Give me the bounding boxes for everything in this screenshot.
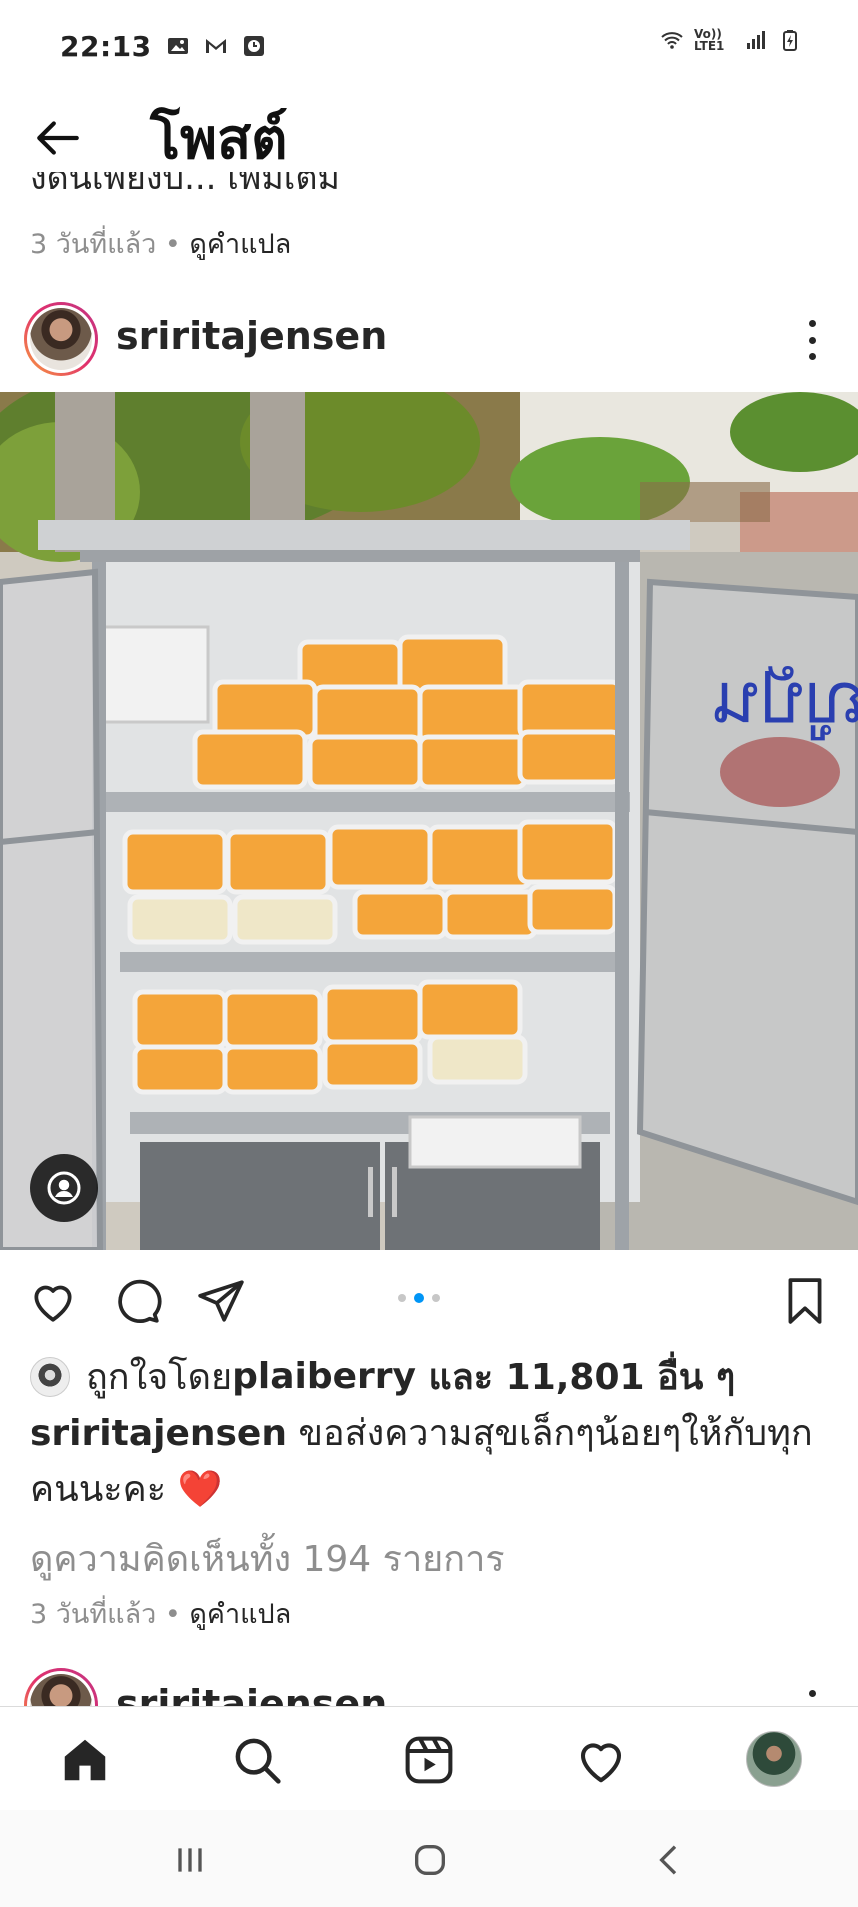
likes-summary[interactable]: ถูกใจโดย plaiberry และ 11,801 อื่น ๆ [30, 1348, 735, 1405]
next-post-username[interactable]: sriritajensen [116, 1682, 387, 1708]
previous-post-meta: 3 วันที่แล้ว • ดูคำแปล [30, 222, 291, 265]
activity-heart-icon[interactable] [574, 1733, 628, 1787]
separator: • [156, 1599, 190, 1630]
bookmark-icon[interactable] [780, 1276, 830, 1326]
separator: • [156, 229, 190, 260]
translate-link[interactable]: ดูคำแปล [189, 1599, 291, 1630]
signal-icon [747, 31, 765, 49]
likes-prefix: ถูกใจโดย [86, 1357, 233, 1398]
wifi-icon [661, 32, 683, 49]
recents-icon[interactable] [170, 1840, 210, 1880]
person-icon [47, 1171, 81, 1205]
clock-icon [243, 36, 264, 56]
avatar[interactable] [24, 302, 98, 376]
back-chevron-icon[interactable] [650, 1840, 690, 1880]
likes-user[interactable]: plaiberry [232, 1356, 416, 1397]
status-time: 22:13 [60, 29, 152, 63]
comment-icon[interactable] [112, 1276, 162, 1326]
post-image: ญูปัน [0, 392, 858, 1250]
home-icon[interactable] [58, 1733, 112, 1787]
view-all-comments-link[interactable]: ดูความคิดเห็นทั้ง 194 รายการ [30, 1530, 505, 1587]
mail-icon [205, 39, 226, 53]
carousel-dot [432, 1294, 440, 1302]
carousel-dot [398, 1294, 406, 1302]
post-meta: 3 วันที่แล้ว • ดูคำแปล [30, 1592, 291, 1635]
carousel-indicator [398, 1293, 440, 1303]
post-time-ago: 3 วันที่แล้ว [30, 1599, 157, 1630]
svg-text:ญูปัน: ญูปัน [713, 657, 858, 741]
home-circle-icon[interactable] [410, 1840, 450, 1880]
share-icon[interactable] [196, 1276, 246, 1326]
heart-icon[interactable] [28, 1276, 78, 1326]
likes-suffix[interactable]: และ 11,801 อื่น ๆ [416, 1348, 736, 1405]
more-options-icon[interactable] [800, 320, 824, 360]
caption-username[interactable]: sriritajensen [30, 1413, 287, 1454]
previous-caption-truncated: งดีนี่เพียงบ... เพิ่มเติม [30, 172, 340, 198]
post-caption: sriritajensen ขอส่งความสุขเล็กๆน้อยๆให้ก… [30, 1406, 830, 1518]
heart-emoji: ❤️ [177, 1469, 223, 1510]
status-notification-icons [166, 34, 266, 58]
reels-icon[interactable] [402, 1733, 456, 1787]
post-header: sriritajensen [0, 300, 858, 380]
battery-icon [783, 30, 797, 51]
avatar[interactable] [24, 1668, 98, 1708]
tagged-people-button[interactable] [30, 1154, 98, 1222]
top-bar: โพสต์ [0, 92, 858, 182]
image-icon [167, 38, 188, 54]
status-system-icons: Vo)) LTE1 [660, 28, 802, 52]
post-username[interactable]: sriritajensen [116, 314, 387, 358]
previous-time-ago: 3 วันที่แล้ว [30, 229, 157, 260]
bottom-nav [0, 1706, 858, 1810]
previous-translate-link[interactable]: ดูคำแปล [189, 229, 291, 260]
next-post-header: sriritajensen [0, 1668, 858, 1708]
action-bar [0, 1270, 858, 1330]
page-title: โพสต์ [150, 107, 288, 172]
liker-avatar [30, 1356, 70, 1397]
post-photo[interactable]: ญูปัน [0, 392, 858, 1250]
arrow-left-icon [37, 121, 79, 155]
status-bar: 22:13 Vo)) LTE1 [0, 0, 858, 92]
back-button[interactable] [30, 110, 86, 166]
search-icon[interactable] [230, 1733, 284, 1787]
system-nav-bar [0, 1810, 858, 1907]
profile-avatar[interactable] [746, 1731, 802, 1787]
carousel-dot-active [414, 1293, 424, 1303]
network-label: Vo)) LTE1 [694, 27, 725, 53]
